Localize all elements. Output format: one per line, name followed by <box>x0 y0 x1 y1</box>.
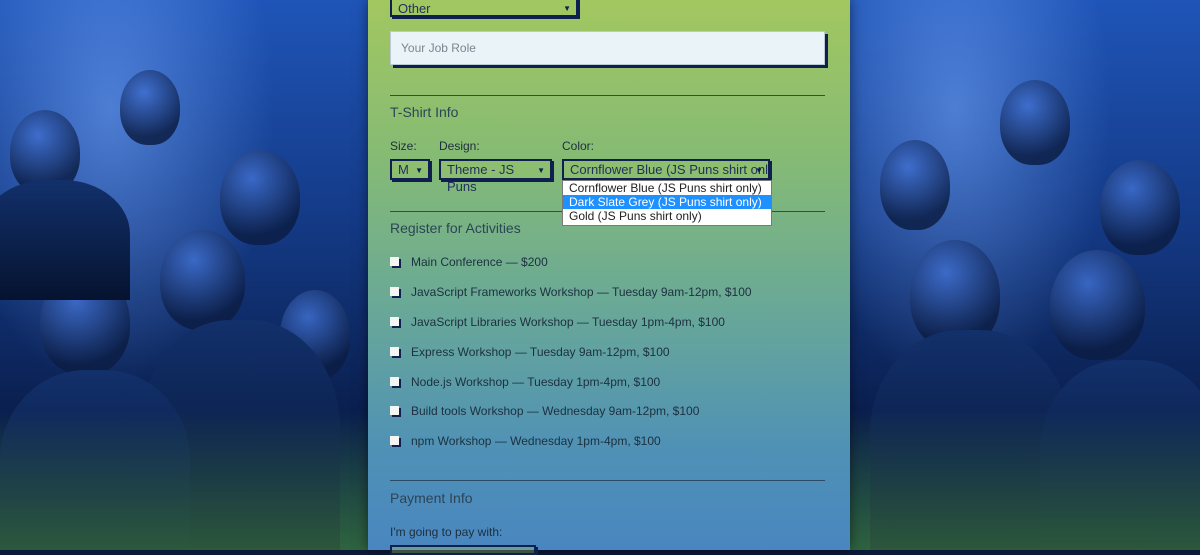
job-role-input[interactable]: Your Job Role <box>390 31 825 65</box>
design-label: Design: <box>439 139 480 153</box>
color-select[interactable]: Cornflower Blue (JS Puns shirt only) ▼ <box>562 159 770 180</box>
divider <box>390 480 825 481</box>
job-title-value: Other <box>398 1 431 16</box>
checkbox-icon[interactable] <box>390 436 399 446</box>
color-label: Color: <box>562 139 595 153</box>
triangle-down-icon: ▼ <box>755 166 763 175</box>
activity-item[interactable]: JavaScript Frameworks Workshop — Tuesday… <box>390 285 752 299</box>
activity-item[interactable]: Build tools Workshop — Wednesday 9am-12p… <box>390 404 699 418</box>
activities-heading: Register for Activities <box>390 220 521 236</box>
activity-item[interactable]: JavaScript Libraries Workshop — Tuesday … <box>390 315 725 329</box>
checkbox-icon[interactable] <box>390 347 399 357</box>
color-value: Cornflower Blue (JS Puns shirt only) <box>570 162 770 177</box>
checkbox-icon[interactable] <box>390 287 399 297</box>
activity-item[interactable]: npm Workshop — Wednesday 1pm-4pm, $100 <box>390 434 661 448</box>
activity-label: npm Workshop — Wednesday 1pm-4pm, $100 <box>411 434 661 448</box>
payment-heading: Payment Info <box>390 490 473 506</box>
activity-label: Express Workshop — Tuesday 9am-12pm, $10… <box>411 345 670 359</box>
checkbox-icon[interactable] <box>390 257 399 267</box>
background-crowd-left <box>0 0 368 550</box>
activity-label: JavaScript Libraries Workshop — Tuesday … <box>411 315 725 329</box>
checkbox-icon[interactable] <box>390 406 399 416</box>
activity-label: Node.js Workshop — Tuesday 1pm-4pm, $100 <box>411 375 661 389</box>
triangle-down-icon: ▼ <box>563 4 571 13</box>
tshirt-heading: T-Shirt Info <box>390 104 459 120</box>
checkbox-icon[interactable] <box>390 377 399 387</box>
payment-select[interactable] <box>390 545 536 555</box>
color-dropdown-list[interactable]: Cornflower Blue (JS Puns shirt only) Dar… <box>562 180 772 226</box>
triangle-down-icon: ▼ <box>537 166 545 175</box>
triangle-down-icon: ▼ <box>415 166 423 175</box>
payment-label: I'm going to pay with: <box>390 525 503 539</box>
color-option[interactable]: Cornflower Blue (JS Puns shirt only) <box>563 181 771 195</box>
activity-label: Build tools Workshop — Wednesday 9am-12p… <box>411 404 700 418</box>
activity-item[interactable]: Node.js Workshop — Tuesday 1pm-4pm, $100 <box>390 375 660 389</box>
size-value: M <box>398 162 409 177</box>
registration-form-panel <box>368 0 850 550</box>
size-label: Size: <box>390 139 417 153</box>
activity-item[interactable]: Main Conference — $200 <box>390 255 548 269</box>
job-role-placeholder: Your Job Role <box>401 41 476 55</box>
design-select[interactable]: Theme - JS Puns ▼ <box>439 159 552 194</box>
size-select[interactable]: M ▼ <box>390 159 430 180</box>
background-crowd-right <box>850 0 1200 550</box>
color-option-highlighted[interactable]: Dark Slate Grey (JS Puns shirt only) <box>563 195 771 209</box>
job-title-select[interactable]: Other ▼ <box>390 0 578 17</box>
activity-label: Main Conference — $200 <box>411 255 548 269</box>
checkbox-icon[interactable] <box>390 317 399 327</box>
activity-label: JavaScript Frameworks Workshop — Tuesday… <box>411 285 752 299</box>
divider <box>390 95 825 96</box>
activity-item[interactable]: Express Workshop — Tuesday 9am-12pm, $10… <box>390 345 670 359</box>
color-option[interactable]: Gold (JS Puns shirt only) <box>563 209 771 223</box>
